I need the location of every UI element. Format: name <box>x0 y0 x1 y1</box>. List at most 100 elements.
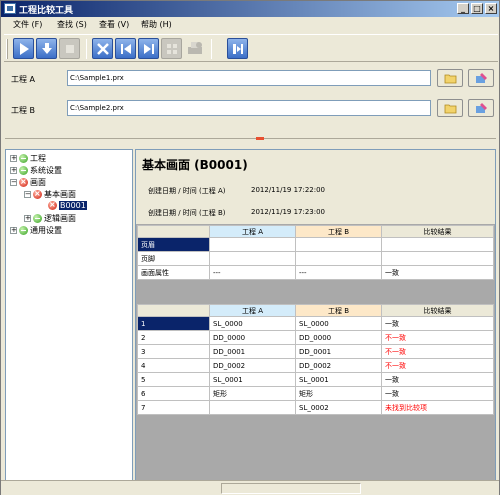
row-number[interactable]: 2 <box>137 330 210 345</box>
mismatch-status-icon <box>33 189 42 199</box>
column-header-project-b[interactable]: 工程 B <box>295 304 382 317</box>
tree-expander[interactable]: + <box>10 167 17 174</box>
column-header-result[interactable]: 比较结果 <box>381 225 494 238</box>
stop-icon <box>66 45 74 53</box>
project-a-tool-button[interactable] <box>468 69 494 87</box>
tree-expander[interactable]: + <box>10 227 17 234</box>
project-b-path-field[interactable]: C:\Sample2.prx <box>67 100 431 116</box>
created-a-label: 创建日期 / 时间 (工程 A) <box>148 187 226 195</box>
menu-help[interactable]: 帮助 (H) <box>141 19 172 30</box>
table-row[interactable]: 6 矩形 矩形 一致 <box>137 386 494 401</box>
column-header-project-b[interactable]: 工程 B <box>295 225 382 238</box>
table-row[interactable]: 3 DD_0001 DD_0001 不一致 <box>137 344 494 359</box>
project-a-label: 工程 A <box>11 75 36 84</box>
tree-item-common-settings[interactable]: + 通用设置 <box>10 225 62 237</box>
table-row[interactable]: 2 DD_0000 DD_0000 不一致 <box>137 330 494 345</box>
row-number[interactable]: 5 <box>137 372 210 387</box>
row-number[interactable]: 1 <box>137 316 210 331</box>
previous-diff-button[interactable] <box>115 38 136 59</box>
tree-item-project[interactable]: + 工程 <box>10 153 46 165</box>
printer-icon <box>188 42 202 54</box>
table-row[interactable]: 画面属性 --- --- 一致 <box>137 265 494 280</box>
tree-expander[interactable]: + <box>24 215 31 222</box>
row-number[interactable]: 3 <box>137 344 210 359</box>
row-number[interactable]: 6 <box>137 386 210 401</box>
screen-title: 基本画面 (B0001) <box>142 158 248 172</box>
export-button[interactable] <box>227 38 248 59</box>
table-row[interactable]: 页眉 <box>137 237 494 252</box>
list-button[interactable] <box>161 38 182 59</box>
toolbar-separator <box>211 39 212 59</box>
folder-icon <box>444 74 457 84</box>
cell-a <box>209 237 296 252</box>
row-number[interactable]: 4 <box>137 358 210 373</box>
menu-view[interactable]: 查看 (V) <box>99 19 129 30</box>
print-button[interactable] <box>184 38 205 59</box>
close-button[interactable]: × <box>485 3 497 14</box>
maximize-button[interactable]: □ <box>471 3 483 14</box>
window-title: 工程比较工具 <box>19 6 74 16</box>
project-a-path-field[interactable]: C:\Sample1.prx <box>67 70 431 86</box>
cell-result: 一致 <box>381 316 494 331</box>
compare-next-button[interactable] <box>36 38 57 59</box>
arrow-down-icon <box>42 43 52 54</box>
clear-button[interactable] <box>92 38 113 59</box>
tree-item-b0001[interactable]: B0001 <box>48 200 87 213</box>
export-icon <box>233 44 243 54</box>
toolbar-separator <box>86 39 87 59</box>
tree-item-label: B0001 <box>59 201 87 210</box>
play-icon <box>20 43 29 55</box>
cell-b: SL_0002 <box>295 400 382 415</box>
project-b-browse-button[interactable] <box>437 99 463 117</box>
cell-result-mismatch: 不一致 <box>381 330 494 345</box>
cell-a: DD_0001 <box>209 344 296 359</box>
main-window: 工程比较工具 _ □ × 文件 (F) 查找 (S) 查看 (V) 帮助 (H) <box>0 0 500 495</box>
panel-splitter[interactable] <box>5 136 496 141</box>
cell-result: 一致 <box>381 265 494 280</box>
match-status-icon <box>33 214 42 223</box>
tree-expander[interactable]: − <box>24 191 31 198</box>
compare-start-button[interactable] <box>13 38 34 59</box>
row-header[interactable]: 画面属性 <box>137 265 210 280</box>
column-header-result[interactable]: 比较结果 <box>381 304 494 317</box>
menu-bar: 文件 (F) 查找 (S) 查看 (V) 帮助 (H) <box>1 17 499 32</box>
row-header[interactable]: 页眉 <box>137 237 210 252</box>
column-header-project-a[interactable]: 工程 A <box>209 225 296 238</box>
skip-back-icon <box>121 44 131 54</box>
minimize-button[interactable]: _ <box>457 3 469 14</box>
stop-button[interactable] <box>59 38 80 59</box>
match-status-icon <box>19 226 28 235</box>
table-row[interactable]: 5 SL_0001 SL_0001 一致 <box>137 372 494 387</box>
tree-expander[interactable]: + <box>10 155 17 162</box>
grid-icon <box>167 44 177 54</box>
splitter-grip[interactable] <box>256 137 264 140</box>
project-tool-icon <box>476 103 487 113</box>
cell-result: 一致 <box>381 386 494 401</box>
cell-a: --- <box>209 265 296 280</box>
tree-item-logic-screens[interactable]: + 逻辑画面 <box>24 213 76 225</box>
table-row[interactable]: 7 SL_0002 未找到比较项 <box>137 400 494 415</box>
cell-a: SL_0001 <box>209 372 296 387</box>
project-a-browse-button[interactable] <box>437 69 463 87</box>
tree-item-system-settings[interactable]: + 系统设置 <box>10 165 62 177</box>
menu-find[interactable]: 查找 (S) <box>57 19 87 30</box>
project-tool-icon <box>476 73 487 83</box>
table-row[interactable]: 页脚 <box>137 251 494 266</box>
table-row[interactable]: 4 DD_0002 DD_0002 不一致 <box>137 358 494 373</box>
toolbar <box>4 34 498 62</box>
created-b-label: 创建日期 / 时间 (工程 B) <box>148 209 226 217</box>
row-number[interactable]: 7 <box>137 400 210 415</box>
menu-file[interactable]: 文件 (F) <box>13 19 42 30</box>
table-row[interactable]: 1 SL_0000 SL_0000 一致 <box>137 316 494 331</box>
screen-items-table: 工程 A 工程 B 比较结果 1 SL_0000 SL_0000 一致 2 DD… <box>137 304 494 415</box>
tree-expander[interactable]: − <box>10 179 17 186</box>
row-header[interactable]: 页脚 <box>137 251 210 266</box>
skip-forward-icon <box>144 44 154 54</box>
column-header-project-a[interactable]: 工程 A <box>209 304 296 317</box>
created-a-value: 2012/11/19 17:22:00 <box>251 186 326 194</box>
folder-icon <box>444 104 457 114</box>
project-b-tool-button[interactable] <box>468 99 494 117</box>
splitter-line <box>5 138 496 139</box>
next-diff-button[interactable] <box>138 38 159 59</box>
tree-item-screens[interactable]: − 画面 <box>10 177 46 189</box>
